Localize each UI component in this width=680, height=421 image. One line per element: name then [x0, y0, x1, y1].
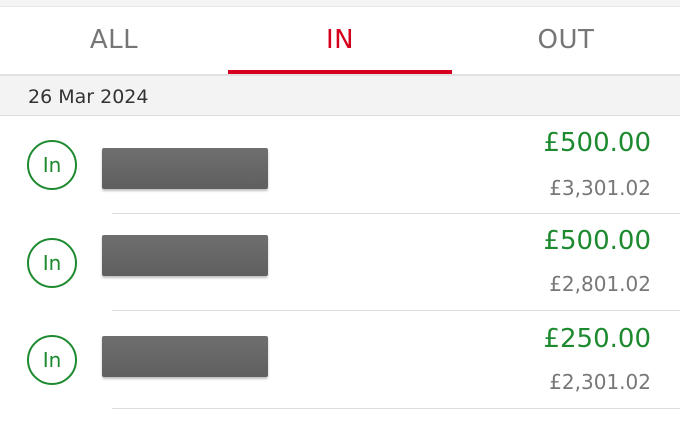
in-badge-icon: In: [27, 140, 77, 190]
in-badge-icon: In: [27, 335, 77, 385]
top-edge: [0, 0, 680, 7]
tab-all[interactable]: ALL: [0, 7, 228, 73]
row-divider: [112, 408, 680, 409]
date-header-label: 26 Mar 2024: [28, 86, 149, 108]
tab-out[interactable]: OUT: [452, 7, 680, 73]
transaction-amount: £500.00: [543, 226, 651, 256]
running-balance: £2,801.02: [549, 272, 651, 296]
running-balance: £2,301.02: [549, 370, 651, 394]
tab-in[interactable]: IN: [228, 7, 452, 73]
redacted-description: [102, 235, 268, 276]
running-balance: £3,301.02: [549, 176, 651, 200]
transaction-amount: £250.00: [543, 324, 651, 354]
redacted-description: [102, 336, 268, 377]
date-header: 26 Mar 2024: [0, 76, 680, 116]
filter-tabs: ALL IN OUT: [0, 7, 680, 73]
in-badge-icon: In: [27, 238, 77, 288]
transaction-row[interactable]: In £500.00 £3,301.02: [0, 116, 680, 213]
transaction-amount: £500.00: [543, 128, 651, 158]
transaction-row[interactable]: In £250.00 £2,301.02: [0, 311, 680, 408]
transaction-row[interactable]: In £500.00 £2,801.02: [0, 214, 680, 311]
redacted-description: [102, 148, 268, 189]
